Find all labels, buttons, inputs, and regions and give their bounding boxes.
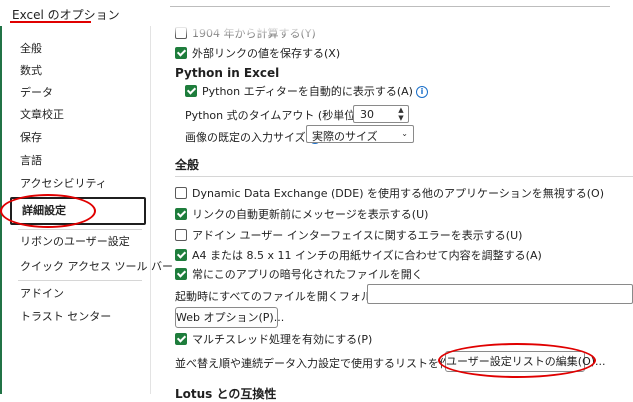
title-red-underline [10, 21, 91, 23]
chevron-down-icon: ⌄ [401, 129, 408, 138]
save-external-links-option[interactable]: 外部リンクの値を保存する(X) [175, 45, 340, 61]
scroll-fade [155, 26, 633, 36]
checkbox[interactable] [175, 187, 187, 199]
select-value: 実際のサイズ [312, 130, 378, 143]
checkbox[interactable] [175, 229, 187, 241]
sidebar-item-accessibility[interactable]: アクセシビリティ [10, 173, 146, 195]
sidebar-item-customize-ribbon[interactable]: リボンのユーザー設定 [10, 231, 146, 253]
sidebar-item-advanced[interactable]: 詳細設定 [10, 197, 146, 225]
default-output-size-select[interactable]: 実際のサイズ ⌄ [306, 125, 414, 143]
checkbox-checked[interactable] [175, 268, 187, 280]
scale-paper-size-option[interactable]: A4 または 8.5 x 11 インチの用紙サイズに合わせて内容を調整する(A) [175, 247, 542, 263]
python-section-title: Python in Excel [175, 66, 280, 80]
addin-ui-errors-option[interactable]: アドイン ユーザー インターフェイスに関するエラーを表示する(U) [175, 227, 522, 243]
spinner-value: 30 [360, 108, 374, 121]
sidebar-item-general[interactable]: 全般 [10, 38, 146, 60]
info-icon[interactable]: i [415, 86, 428, 98]
sidebar-item-language[interactable]: 言語 [10, 150, 146, 172]
open-encrypted-files-option[interactable]: 常にこのアプリの暗号化されたファイルを開く [175, 266, 423, 282]
dde-option[interactable]: Dynamic Data Exchange (DDE) を使用する他のアプリケー… [175, 185, 604, 201]
advanced-options-panel: 1904 年から計算する(Y) 外部リンクの値を保存する(X) Python i… [155, 26, 633, 401]
multithread-option[interactable]: マルチスレッド処理を有効にする(P) [175, 331, 372, 347]
python-show-editor-option[interactable]: Python エディターを自動的に表示する(A) i [185, 83, 428, 99]
sidebar-item-quick-access-toolbar[interactable]: クイック アクセス ツール バー [10, 256, 173, 278]
checkbox-checked[interactable] [175, 333, 187, 345]
sidebar-item-save[interactable]: 保存 [10, 127, 146, 149]
background-ribbon-edge [170, 0, 610, 7]
checkbox-checked[interactable] [175, 47, 187, 59]
checkbox-checked[interactable] [175, 208, 187, 220]
sidebar-item-proofing[interactable]: 文章校正 [10, 104, 146, 126]
sidebar-item-data[interactable]: データ [10, 82, 146, 104]
checkbox-checked[interactable] [175, 249, 187, 261]
spinner-up-icon[interactable]: ▲ [396, 106, 406, 114]
section-divider [175, 176, 633, 177]
web-options-button[interactable]: Web オプション(P)... [175, 307, 284, 328]
sidebar-item-addins[interactable]: アドイン [10, 283, 146, 305]
sidebar-divider [18, 229, 142, 230]
window-accent-edge [0, 26, 2, 394]
python-timeout-label: Python 式のタイムアウト (秒単位)(P) [185, 109, 375, 122]
sidebar-nav: 全般 数式 データ 文章校正 保存 言語 アクセシビリティ 詳細設定 リボンのユ… [4, 26, 173, 394]
title-bar: Excel のオプション [0, 0, 633, 26]
startup-folder-input[interactable] [367, 284, 633, 304]
update-links-prompt-option[interactable]: リンクの自動更新前にメッセージを表示する(U) [175, 206, 428, 222]
spinner-down-icon[interactable]: ▼ [396, 114, 406, 122]
python-timeout-spinner[interactable]: 30 ▲ ▼ [353, 105, 409, 123]
default-output-size-label: 画像の既定の入力サイズi [185, 129, 321, 145]
edit-custom-lists-button[interactable]: ユーザー設定リストの編集(O)... [445, 351, 606, 372]
sidebar-item-trust-center[interactable]: トラスト センター [10, 306, 146, 328]
sidebar-item-formulas[interactable]: 数式 [10, 60, 146, 82]
general-section-title: 全般 [175, 158, 200, 172]
checkbox-checked[interactable] [185, 85, 197, 97]
sidebar-divider [18, 280, 142, 281]
